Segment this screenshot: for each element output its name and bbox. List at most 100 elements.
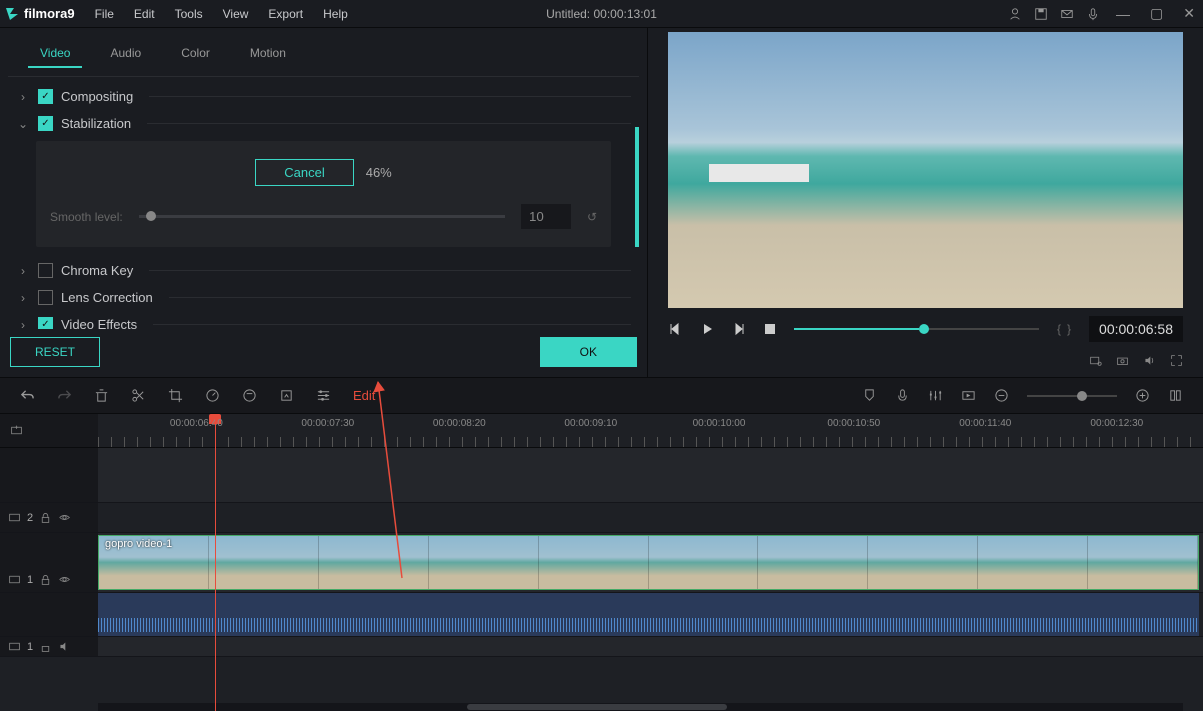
- menu-help[interactable]: Help: [315, 3, 356, 25]
- zoom-thumb[interactable]: [1077, 391, 1087, 401]
- eye-icon[interactable]: [58, 573, 71, 586]
- chevron-right-icon[interactable]: ›: [16, 291, 30, 305]
- lock-icon[interactable]: [39, 640, 52, 653]
- checkbox-chroma[interactable]: [38, 263, 53, 278]
- playhead-line[interactable]: [215, 414, 216, 711]
- checkbox-stabilization[interactable]: ✓: [38, 116, 53, 131]
- mail-icon[interactable]: [1060, 7, 1074, 21]
- green-screen-icon[interactable]: [279, 388, 294, 403]
- zoom-in-icon[interactable]: [1135, 388, 1150, 403]
- zoom-out-icon[interactable]: [994, 388, 1009, 403]
- cancel-button[interactable]: Cancel: [255, 159, 353, 186]
- mic-icon[interactable]: [1086, 7, 1100, 21]
- maximize-button[interactable]: ▢: [1146, 3, 1167, 24]
- minimize-button[interactable]: —: [1112, 4, 1134, 24]
- ruler-label: 00:00:12:30: [1090, 418, 1143, 429]
- checkbox-lens[interactable]: [38, 290, 53, 305]
- scrollbar-thumb[interactable]: [635, 127, 639, 247]
- speed-icon[interactable]: [205, 388, 220, 403]
- setting-lens[interactable]: › Lens Correction: [8, 284, 639, 311]
- video-clip[interactable]: gopro video-1: [98, 535, 1199, 590]
- tab-audio[interactable]: Audio: [98, 40, 153, 68]
- record-vo-icon[interactable]: [895, 388, 910, 403]
- stop-icon[interactable]: [764, 323, 776, 335]
- ok-button[interactable]: OK: [540, 337, 637, 367]
- label-stabilization: Stabilization: [61, 116, 131, 131]
- tab-motion[interactable]: Motion: [238, 40, 298, 68]
- audio-track-icon: [8, 640, 21, 653]
- menu-tools[interactable]: Tools: [167, 3, 211, 25]
- render-icon[interactable]: [961, 388, 976, 403]
- fullscreen-icon[interactable]: [1170, 354, 1183, 367]
- smooth-input[interactable]: [521, 204, 571, 229]
- tab-video[interactable]: Video: [28, 40, 82, 68]
- redo-icon[interactable]: [57, 388, 72, 403]
- smooth-label: Smooth level:: [50, 210, 123, 224]
- setting-stabilization[interactable]: ⌄ ✓ Stabilization: [8, 110, 639, 137]
- time-ruler[interactable]: 00:00:06:40 00:00:07:30 00:00:08:20 00:0…: [98, 414, 1203, 447]
- mute-icon[interactable]: [58, 640, 71, 653]
- track-body-v2[interactable]: [98, 503, 1203, 532]
- play-icon[interactable]: [700, 322, 714, 336]
- menu-edit[interactable]: Edit: [126, 3, 163, 25]
- setting-chroma[interactable]: › Chroma Key: [8, 257, 639, 284]
- reset-button[interactable]: RESET: [10, 337, 100, 367]
- account-icon[interactable]: [1008, 7, 1022, 21]
- setting-effects[interactable]: › ✓ Video Effects: [8, 311, 639, 329]
- color-icon[interactable]: [242, 388, 257, 403]
- progress-thumb[interactable]: [919, 324, 929, 334]
- scrollbar-thumb[interactable]: [467, 704, 727, 710]
- track-body-v1[interactable]: gopro video-1: [98, 533, 1203, 592]
- close-button[interactable]: ✕: [1179, 3, 1199, 24]
- slider-thumb[interactable]: [146, 211, 156, 221]
- checkbox-compositing[interactable]: ✓: [38, 89, 53, 104]
- track-body-empty[interactable]: [98, 448, 1203, 502]
- smooth-slider[interactable]: [139, 215, 505, 218]
- volume-icon[interactable]: [1143, 354, 1156, 367]
- reset-icon[interactable]: ↺: [587, 210, 597, 224]
- lock-icon[interactable]: [39, 511, 52, 524]
- delete-icon[interactable]: [94, 388, 109, 403]
- menu-file[interactable]: File: [87, 3, 122, 25]
- tab-color[interactable]: Color: [169, 40, 222, 68]
- chevron-right-icon[interactable]: ›: [16, 90, 30, 104]
- project-duration: 00:00:13:01: [593, 7, 656, 21]
- chevron-down-icon[interactable]: ⌄: [16, 117, 30, 131]
- zoom-fit-icon[interactable]: [1168, 388, 1183, 403]
- marker-icon[interactable]: [862, 388, 877, 403]
- setting-compositing[interactable]: › ✓ Compositing: [8, 83, 639, 110]
- snapshot-icon[interactable]: [1116, 354, 1129, 367]
- quality-icon[interactable]: [1089, 354, 1102, 367]
- clip-label: gopro video-1: [105, 538, 172, 550]
- zoom-slider[interactable]: [1027, 395, 1117, 397]
- save-icon[interactable]: [1034, 7, 1048, 21]
- chevron-right-icon[interactable]: ›: [16, 318, 30, 330]
- range-markers[interactable]: {}: [1057, 322, 1071, 336]
- crop-icon[interactable]: [168, 388, 183, 403]
- edit-label: Edit: [353, 388, 368, 403]
- menu-export[interactable]: Export: [260, 3, 311, 25]
- label-compositing: Compositing: [61, 89, 133, 104]
- split-icon[interactable]: [131, 388, 146, 403]
- audio-clip[interactable]: [98, 593, 1199, 636]
- preview-progress[interactable]: [794, 328, 1039, 330]
- checkbox-effects[interactable]: ✓: [38, 317, 53, 329]
- add-track-icon: [10, 424, 23, 437]
- label-lens: Lens Correction: [61, 290, 153, 305]
- edit-sliders-icon[interactable]: [316, 388, 331, 403]
- prev-frame-icon[interactable]: [668, 322, 682, 336]
- track-body-a1[interactable]: [98, 593, 1203, 636]
- mixer-icon[interactable]: [928, 388, 943, 403]
- ruler-label: 00:00:10:00: [693, 418, 746, 429]
- chevron-right-icon[interactable]: ›: [16, 264, 30, 278]
- preview-viewport[interactable]: [668, 32, 1183, 308]
- menu-view[interactable]: View: [215, 3, 257, 25]
- track-body-extra[interactable]: [98, 637, 1203, 656]
- undo-icon[interactable]: [20, 388, 35, 403]
- horizontal-scrollbar[interactable]: [98, 703, 1183, 711]
- add-track-button[interactable]: [0, 414, 98, 447]
- lock-icon[interactable]: [39, 573, 52, 586]
- eye-icon[interactable]: [58, 511, 71, 524]
- next-frame-icon[interactable]: [732, 322, 746, 336]
- app-name: filmora9: [24, 6, 75, 21]
